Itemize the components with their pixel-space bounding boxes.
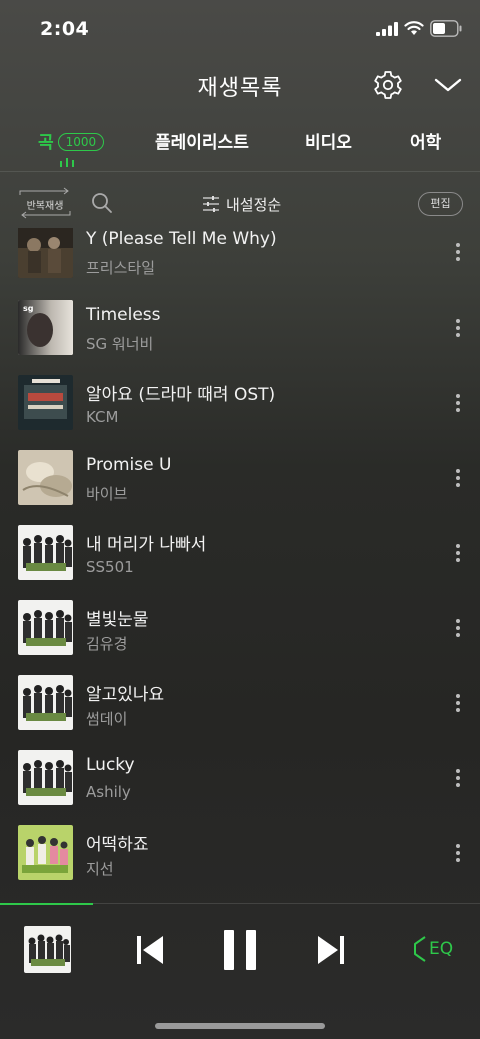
tab-songs[interactable]: 곡 1000 bbox=[38, 128, 105, 153]
song-artist: 바이브 bbox=[86, 485, 128, 503]
tab-playlists[interactable]: 플레이리스트 bbox=[155, 128, 249, 153]
album-art bbox=[18, 525, 73, 580]
song-artist: 김유경 bbox=[86, 635, 128, 653]
song-artist: KCM bbox=[86, 408, 119, 426]
album-art bbox=[18, 228, 73, 278]
repeat-label: 반복재생 bbox=[26, 201, 64, 212]
more-icon[interactable] bbox=[450, 617, 466, 641]
page-title: 재생목록 bbox=[197, 76, 283, 101]
playback-progress-bar[interactable] bbox=[0, 903, 93, 905]
more-icon[interactable] bbox=[450, 767, 466, 791]
more-icon[interactable] bbox=[450, 241, 466, 265]
tab-bar: 곡 1000 플레이리스트 비디오 어학 bbox=[0, 120, 480, 172]
album-art: sg bbox=[18, 300, 73, 355]
song-title: Lucky bbox=[86, 755, 135, 775]
song-title: 어떡하죠 bbox=[86, 835, 149, 855]
song-artist: Ashily bbox=[86, 783, 131, 801]
song-title: Timeless bbox=[86, 305, 161, 325]
song-artist: 썸데이 bbox=[86, 710, 128, 728]
song-artist: SS501 bbox=[86, 558, 134, 576]
song-title: Y (Please Tell Me Why) bbox=[86, 229, 277, 249]
more-icon[interactable] bbox=[450, 692, 466, 716]
song-artist: SG 워너비 bbox=[86, 335, 154, 353]
more-icon[interactable] bbox=[450, 467, 466, 491]
album-art bbox=[18, 750, 73, 805]
song-row[interactable]: 알고있나요 썸데이 bbox=[0, 663, 480, 738]
song-count-badge: 1000 bbox=[57, 133, 105, 151]
list-toolbar: 반복재생 내설정순 편집 bbox=[0, 183, 480, 225]
sort-button[interactable]: 내설정순 bbox=[202, 191, 281, 217]
sort-sliders-icon bbox=[203, 196, 219, 212]
song-row[interactable]: sg Timeless SG 워너비 bbox=[0, 288, 480, 363]
search-icon[interactable] bbox=[91, 192, 113, 214]
song-row[interactable]: 별빛눈물 김유경 bbox=[0, 588, 480, 663]
song-title: 알아요 (드라마 때려 OST) bbox=[86, 385, 276, 405]
album-art bbox=[18, 450, 73, 505]
album-art bbox=[18, 600, 73, 655]
song-row[interactable]: 어떡하죠 지선 bbox=[0, 813, 480, 888]
eq-label: EQ bbox=[429, 939, 454, 959]
song-title: 별빛눈물 bbox=[86, 610, 149, 630]
song-row[interactable]: 알아요 (드라마 때려 OST) KCM bbox=[0, 363, 480, 438]
album-art bbox=[18, 675, 73, 730]
song-row[interactable]: 내 머리가 나빠서 SS501 bbox=[0, 513, 480, 588]
now-playing-bars-icon bbox=[60, 158, 76, 167]
previous-icon[interactable] bbox=[135, 934, 165, 966]
status-bar: 2:04 bbox=[0, 0, 480, 58]
next-icon[interactable] bbox=[316, 934, 346, 966]
edit-button[interactable]: 편집 bbox=[418, 192, 463, 216]
album-art bbox=[18, 375, 73, 430]
album-art bbox=[18, 825, 73, 880]
song-list[interactable]: Y (Please Tell Me Why) 프리스타일 sg Timeless… bbox=[0, 228, 480, 900]
wifi-icon bbox=[404, 21, 424, 35]
cellular-signal-icon bbox=[376, 22, 398, 36]
pause-icon[interactable] bbox=[222, 929, 258, 971]
chevron-down-icon[interactable] bbox=[434, 75, 462, 95]
tab-songs-label: 곡 bbox=[38, 133, 54, 153]
more-icon[interactable] bbox=[450, 542, 466, 566]
song-row[interactable]: Lucky Ashily bbox=[0, 738, 480, 813]
song-title: 내 머리가 나빠서 bbox=[86, 535, 207, 555]
now-playing-album-art[interactable] bbox=[24, 926, 71, 973]
status-time: 2:04 bbox=[40, 18, 90, 40]
song-artist: 지선 bbox=[86, 860, 114, 878]
home-indicator bbox=[155, 1023, 325, 1029]
song-row[interactable]: Promise U 바이브 bbox=[0, 438, 480, 513]
battery-icon bbox=[430, 20, 462, 37]
more-icon[interactable] bbox=[450, 392, 466, 416]
song-title: Promise U bbox=[86, 455, 172, 475]
mini-player: EQ bbox=[0, 903, 480, 1039]
song-title: 알고있나요 bbox=[86, 685, 165, 705]
song-row[interactable]: Y (Please Tell Me Why) 프리스타일 bbox=[0, 228, 480, 288]
svg-text:sg: sg bbox=[23, 304, 34, 313]
tab-language[interactable]: 어학 bbox=[410, 128, 441, 153]
tab-videos[interactable]: 비디오 bbox=[305, 128, 352, 153]
song-artist: 프리스타일 bbox=[86, 259, 156, 277]
gear-icon[interactable] bbox=[373, 70, 403, 100]
playlist-header: 재생목록 bbox=[0, 60, 480, 112]
repeat-button[interactable]: 반복재생 bbox=[18, 187, 72, 219]
eq-button[interactable]: EQ bbox=[411, 934, 457, 964]
more-icon[interactable] bbox=[450, 842, 466, 866]
sort-label: 내설정순 bbox=[226, 195, 282, 214]
more-icon[interactable] bbox=[450, 317, 466, 341]
